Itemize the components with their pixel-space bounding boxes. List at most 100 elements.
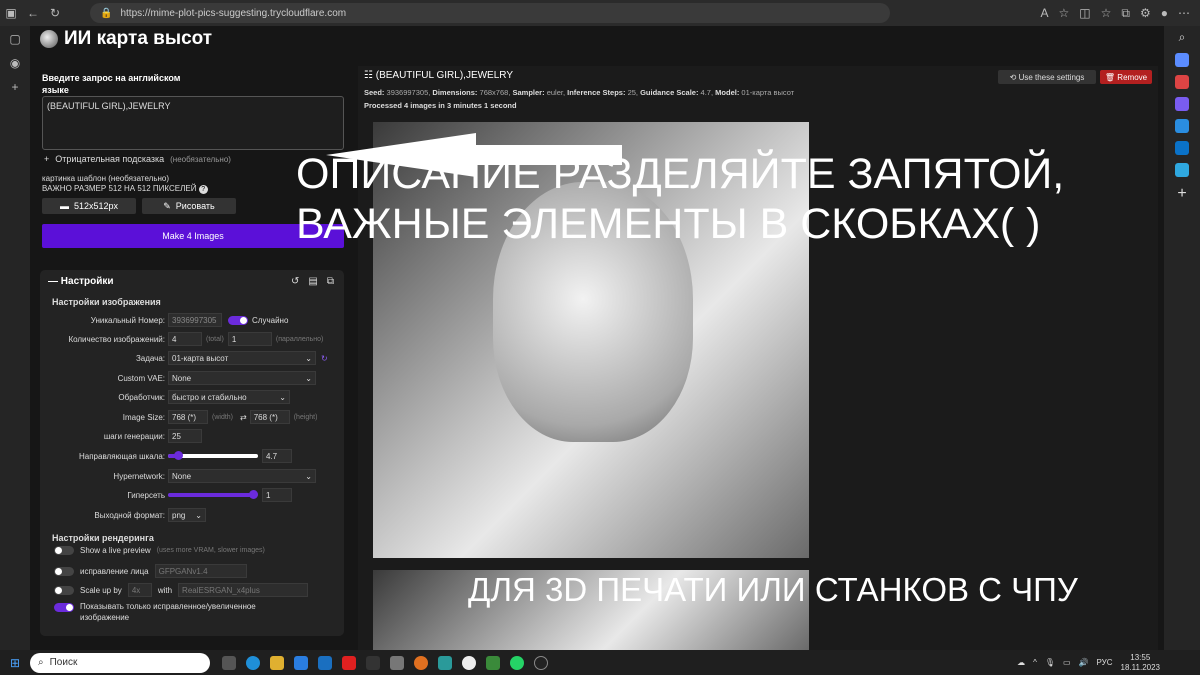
settings-header[interactable]: — Настройки [48,276,114,287]
use-settings-button[interactable]: ⟲ Use these settings [998,70,1096,84]
size-button[interactable]: ▬ 512x512px [42,198,136,214]
split-screen-icon[interactable]: ◫ [1079,6,1090,20]
collections-icon[interactable]: ⧉ [1121,6,1130,21]
seed-input[interactable]: 3936997305 [168,313,222,327]
favorites-icon[interactable]: ☆ [1101,6,1112,20]
remove-button[interactable]: 🗑 Remove [1100,70,1152,84]
games-icon[interactable] [1175,97,1189,111]
mic-icon[interactable]: 🎙 [1045,658,1055,667]
upscale-model-select[interactable]: RealESRGAN_x4plus [178,583,309,597]
negative-prompt-hint: (необязательно) [170,154,231,164]
taskbar-search-text: Поиск [49,657,78,668]
sampler-select[interactable]: быстро и стабильно ⌄ [168,390,290,404]
blender-icon[interactable] [414,655,428,670]
guidance-input[interactable]: 4.7 [262,449,292,463]
extensions-icon[interactable]: ⚙ [1140,6,1151,20]
only-fixed-toggle[interactable] [54,603,74,612]
format-select[interactable]: png ⌄ [168,508,206,522]
store-icon[interactable] [294,655,308,670]
reset-icon[interactable]: ↺ [291,276,299,287]
upscale-row: Scale up by 4x with RealESRGAN_x4plus [54,583,309,597]
image-size-label: Image Size: [122,412,165,422]
prompt-input[interactable]: (BEAUTIFUL GIRL),JEWELRY [42,96,344,150]
guidance-knob[interactable] [174,451,183,460]
app-icon-4[interactable] [534,655,548,670]
upscale-toggle[interactable] [54,585,74,595]
outlook-icon[interactable] [1175,141,1189,155]
random-toggle[interactable] [228,315,248,325]
volume-icon[interactable]: 🔊 [1079,658,1089,667]
image-size-row: Image Size: 768 (*) (width) ⇄ 768 (*) (h… [40,409,344,425]
app-icon-2[interactable] [438,655,452,670]
copy-icon[interactable]: ⧉ [327,276,334,287]
refresh-icon[interactable]: ↻ [321,354,328,363]
task-view-icon[interactable] [222,655,236,670]
active-tab-icon[interactable]: ◉ [10,56,20,70]
prompt-label: Введите запрос на английском языке [42,73,181,95]
clock[interactable]: 13:55 18.11.2023 [1121,653,1160,673]
hyperstrength-input[interactable]: 1 [262,488,292,502]
vae-select[interactable]: None ⌄ [168,371,316,385]
network-icon[interactable]: ▭ [1063,658,1071,667]
search-icon[interactable]: ⌕ [1179,30,1186,45]
shopping-icon[interactable] [1175,53,1189,67]
count-input[interactable]: 4 [168,332,202,346]
height-select[interactable]: 768 (*) [249,410,290,424]
mail-icon[interactable] [318,655,332,670]
tray-chevron-icon[interactable]: ^ [1033,658,1037,667]
taskbar-search[interactable]: ⌕ Поиск [30,652,210,673]
hypernetwork-select[interactable]: None ⌄ [168,469,316,483]
app-icon[interactable] [390,655,404,670]
tab-icon[interactable]: ▢ [9,32,20,46]
paste-icon[interactable]: ▤ [308,276,317,287]
windows-start-icon[interactable]: ⊞ [0,656,30,670]
face-fix-select[interactable]: GFPGANv1.4 [154,564,247,578]
add-icon[interactable]: + [1177,185,1186,203]
back-icon[interactable]: ← [22,0,44,26]
explorer-icon[interactable] [270,655,284,670]
search-icon: ⌕ [38,657,44,668]
parallel-input[interactable]: 1 [227,332,272,346]
seed-row: Уникальный Номер: 3936997305 Случайно [40,312,344,328]
seed-label: Уникальный Номер: [90,315,165,325]
hyperstrength-knob[interactable] [249,490,258,499]
address-bar[interactable]: 🔒 https://mime-plot-pics-suggesting.tryc… [90,3,890,23]
weather-icon[interactable]: ☁ [1017,658,1025,667]
tools-icon[interactable] [1175,75,1189,89]
workspaces-icon[interactable]: ▣ [0,0,22,26]
live-preview-toggle[interactable] [54,546,74,555]
yandex-icon[interactable] [342,655,356,670]
language-indicator[interactable]: РУС [1097,658,1113,667]
help-icon[interactable]: ? [198,185,208,194]
negative-prompt-toggle[interactable]: + Отрицательная подсказка (необязательно… [44,154,231,164]
template-hint: (необязательно) [108,174,170,183]
guidance-slider[interactable] [168,451,258,460]
send-icon[interactable] [1175,163,1189,177]
edge-icon[interactable] [246,655,260,670]
yandex-browser-icon[interactable] [462,655,476,670]
app-icon-3[interactable] [486,655,500,670]
copy-icon: ⟲ [1009,72,1017,82]
app-logo [40,30,58,48]
draw-button[interactable]: ✎ Рисовать [142,198,236,214]
hypernetwork-label: Hypernetwork: [113,471,165,481]
menu-dots-icon[interactable]: ⋯ [1178,6,1190,20]
reload-icon[interactable]: ↻ [44,0,66,26]
whatsapp-icon[interactable] [510,655,524,670]
profile-avatar[interactable]: ● [1161,6,1168,20]
width-select[interactable]: 768 (*) [168,410,208,424]
steps-input[interactable]: 25 [168,429,202,443]
model-key: Model: [715,88,740,97]
terminal-icon[interactable] [366,655,380,670]
favorite-star-icon[interactable]: ☆ [1059,6,1070,20]
swap-icon[interactable]: ⇄ [240,413,247,422]
random-label: Случайно [252,315,289,325]
read-aloud-icon[interactable]: A [1041,6,1049,20]
task-select[interactable]: 01-карта высот ⌄ [168,351,316,365]
new-tab-icon[interactable]: + [11,80,18,94]
upscale-factor-select[interactable]: 4x [127,583,152,597]
office-icon[interactable] [1175,119,1189,133]
face-fix-toggle[interactable] [54,566,74,576]
hyperstrength-slider[interactable] [168,490,258,499]
use-settings-label: Use these settings [1018,72,1085,82]
